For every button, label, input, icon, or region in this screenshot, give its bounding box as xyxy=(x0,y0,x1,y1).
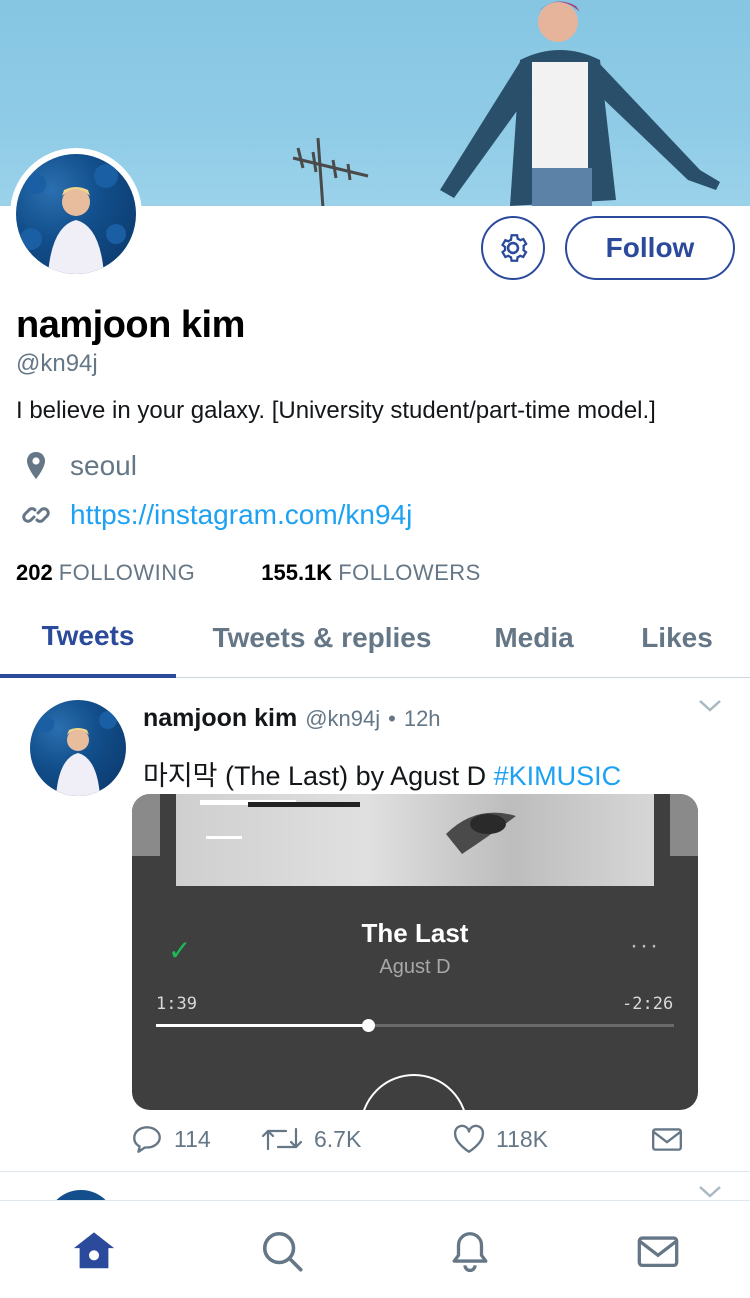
reply-count: 114 xyxy=(174,1125,211,1152)
banner-person-graphic xyxy=(440,1,720,206)
tab-likes[interactable]: Likes xyxy=(624,598,730,678)
album-art xyxy=(176,794,654,886)
followers-count: 155.1K xyxy=(261,560,333,585)
bell-icon xyxy=(452,1232,488,1272)
settings-button[interactable] xyxy=(481,216,545,280)
profile-stats: 202 FOLLOWING 155.1K FOLLOWERS xyxy=(16,560,547,586)
like-count: 118K xyxy=(496,1125,549,1152)
progress-bar[interactable] xyxy=(156,1019,674,1032)
retweet-count: 6.7K xyxy=(314,1125,362,1152)
tweet-separator: • xyxy=(388,706,396,731)
nav-notifications[interactable] xyxy=(446,1227,494,1275)
play-button[interactable] xyxy=(360,1074,468,1110)
tweet-author-name[interactable]: namjoon kim xyxy=(143,704,297,733)
gear-icon xyxy=(501,234,528,262)
avatar-portrait-graphic xyxy=(20,164,126,274)
search-icon xyxy=(262,1231,303,1272)
tweet-header: namjoon kim @kn94j • 12h xyxy=(143,704,441,733)
tweet-hashtag[interactable]: #KIMUSIC xyxy=(494,761,622,791)
tweet-author-handle: @kn94j xyxy=(305,706,381,731)
retweet-icon xyxy=(261,1127,303,1151)
tab-tweets[interactable]: Tweets xyxy=(0,598,176,678)
nav-messages[interactable] xyxy=(634,1227,682,1275)
followers-stat[interactable]: 155.1K FOLLOWERS xyxy=(261,560,481,586)
profile-tabs: Tweets Tweets & replies Media Likes xyxy=(0,598,750,678)
progress-fill xyxy=(156,1024,369,1027)
album-edge-left xyxy=(132,794,160,856)
location-text: seoul xyxy=(70,450,137,481)
following-count: 202 xyxy=(16,560,53,585)
followers-label: FOLLOWERS xyxy=(338,560,481,585)
location-pin-icon xyxy=(20,450,52,482)
following-label: FOLLOWING xyxy=(58,560,196,585)
bottom-navigation xyxy=(0,1200,750,1298)
link-icon xyxy=(20,499,52,531)
nav-search[interactable] xyxy=(258,1227,306,1275)
tweet[interactable]: namjoon kim @kn94j • 12h 마지막 (The Last) … xyxy=(0,680,750,1172)
mail-icon xyxy=(637,1236,679,1268)
tweet-body: 마지막 (The Last) by Agust D xyxy=(143,761,494,791)
chevron-down-icon[interactable] xyxy=(694,690,726,722)
tweet-time: 12h xyxy=(403,706,441,731)
nav-home[interactable] xyxy=(70,1227,118,1275)
reply-icon xyxy=(133,1126,161,1153)
song-artist: Agust D xyxy=(379,956,451,978)
tab-media[interactable]: Media xyxy=(474,598,594,678)
next-tweet-preview[interactable] xyxy=(0,1172,750,1200)
home-icon xyxy=(73,1232,115,1269)
antenna-graphic xyxy=(292,138,369,206)
profile-location: seoul xyxy=(20,450,137,482)
song-title: The Last xyxy=(361,918,469,948)
link-text[interactable]: https://instagram.com/kn94j xyxy=(70,499,412,531)
tweet-actions: 114 6.7K 118K xyxy=(130,1122,710,1162)
like-button[interactable]: 118K xyxy=(452,1122,548,1156)
remaining-time: -2:26 xyxy=(622,994,674,1014)
profile-name: namjoon kim xyxy=(16,304,245,346)
tweet-avatar[interactable] xyxy=(30,700,126,796)
follow-button[interactable]: Follow xyxy=(565,216,735,280)
chevron-down-icon[interactable] xyxy=(694,1176,726,1200)
retweet-button[interactable]: 6.7K xyxy=(260,1122,361,1156)
profile-avatar[interactable] xyxy=(10,148,142,280)
progress-knob[interactable] xyxy=(362,1019,376,1032)
profile-handle: @kn94j xyxy=(16,350,98,377)
mail-icon xyxy=(652,1128,682,1151)
reply-button[interactable]: 114 xyxy=(130,1122,211,1156)
next-tweet-avatar xyxy=(46,1190,116,1200)
following-stat[interactable]: 202 FOLLOWING xyxy=(16,560,195,586)
tab-tweets-replies[interactable]: Tweets & replies xyxy=(190,598,454,678)
profile-link[interactable]: https://instagram.com/kn94j xyxy=(20,499,412,531)
elapsed-time: 1:39 xyxy=(156,994,197,1014)
more-options-icon[interactable]: ··· xyxy=(630,932,660,960)
album-edge-right xyxy=(670,794,698,856)
tweet-avatar-graphic xyxy=(38,711,117,796)
tweet-text: 마지막 (The Last) by Agust D #KIMUSIC xyxy=(143,754,621,793)
heart-icon xyxy=(453,1124,485,1153)
profile-bio: I believe in your galaxy. [University st… xyxy=(16,397,656,424)
direct-message-button[interactable] xyxy=(650,1122,684,1156)
tweet-media[interactable]: ✓ The Last Agust D ··· 1:39 -2:26 xyxy=(132,794,698,1110)
